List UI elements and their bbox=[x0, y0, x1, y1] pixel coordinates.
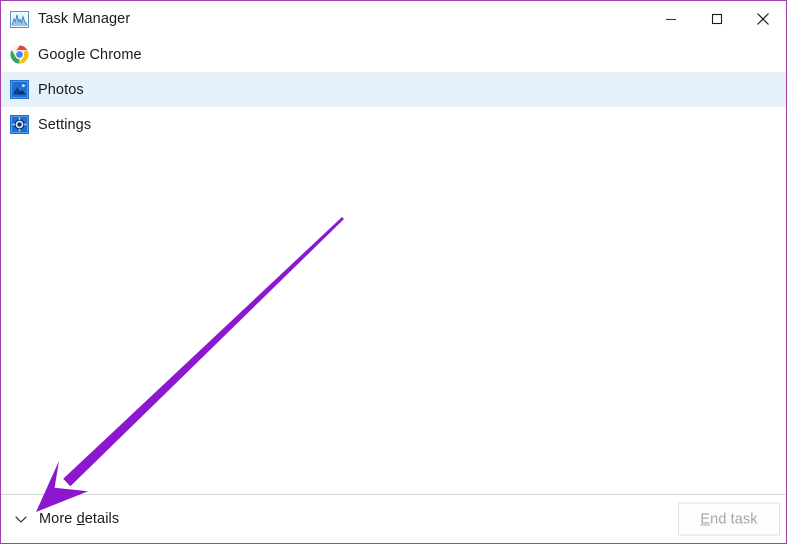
maximize-icon bbox=[711, 13, 723, 25]
window-controls bbox=[648, 1, 786, 37]
window-title: Task Manager bbox=[38, 11, 131, 27]
task-manager-window: Task Manager Google Chrome Photos Settin… bbox=[0, 0, 787, 544]
photos-icon bbox=[10, 80, 29, 99]
close-button[interactable] bbox=[740, 1, 786, 37]
list-item-google-chrome[interactable]: Google Chrome bbox=[1, 37, 786, 72]
task-manager-chart-icon bbox=[10, 10, 29, 28]
list-item-photos[interactable]: Photos bbox=[1, 72, 786, 107]
settings-gear-icon bbox=[10, 115, 29, 134]
list-item-label: Settings bbox=[38, 116, 92, 133]
more-details-accel-key: d bbox=[76, 511, 85, 527]
application-list: Google Chrome Photos Settings bbox=[1, 37, 786, 494]
end-task-button[interactable]: End task bbox=[678, 502, 780, 536]
footer-bar: More details End task bbox=[1, 494, 786, 543]
end-task-label-after: nd task bbox=[710, 511, 758, 527]
end-task-label: End task bbox=[700, 511, 757, 527]
list-item-label: Google Chrome bbox=[38, 46, 142, 63]
chrome-icon bbox=[10, 45, 29, 64]
more-details-label-after: etails bbox=[84, 511, 120, 527]
minimize-icon bbox=[666, 18, 676, 21]
more-details-button[interactable]: More details bbox=[1, 510, 125, 528]
end-task-accel-key: E bbox=[700, 511, 711, 527]
title-bar-left: Task Manager bbox=[1, 10, 130, 29]
maximize-button[interactable] bbox=[694, 1, 740, 37]
minimize-button[interactable] bbox=[648, 1, 694, 37]
more-details-label-before: More bbox=[39, 511, 77, 527]
close-icon bbox=[757, 13, 769, 25]
chevron-down-icon bbox=[15, 516, 27, 523]
title-bar: Task Manager bbox=[1, 1, 786, 37]
list-item-settings[interactable]: Settings bbox=[1, 107, 786, 142]
more-details-label: More details bbox=[39, 511, 119, 527]
list-item-label: Photos bbox=[38, 81, 84, 98]
